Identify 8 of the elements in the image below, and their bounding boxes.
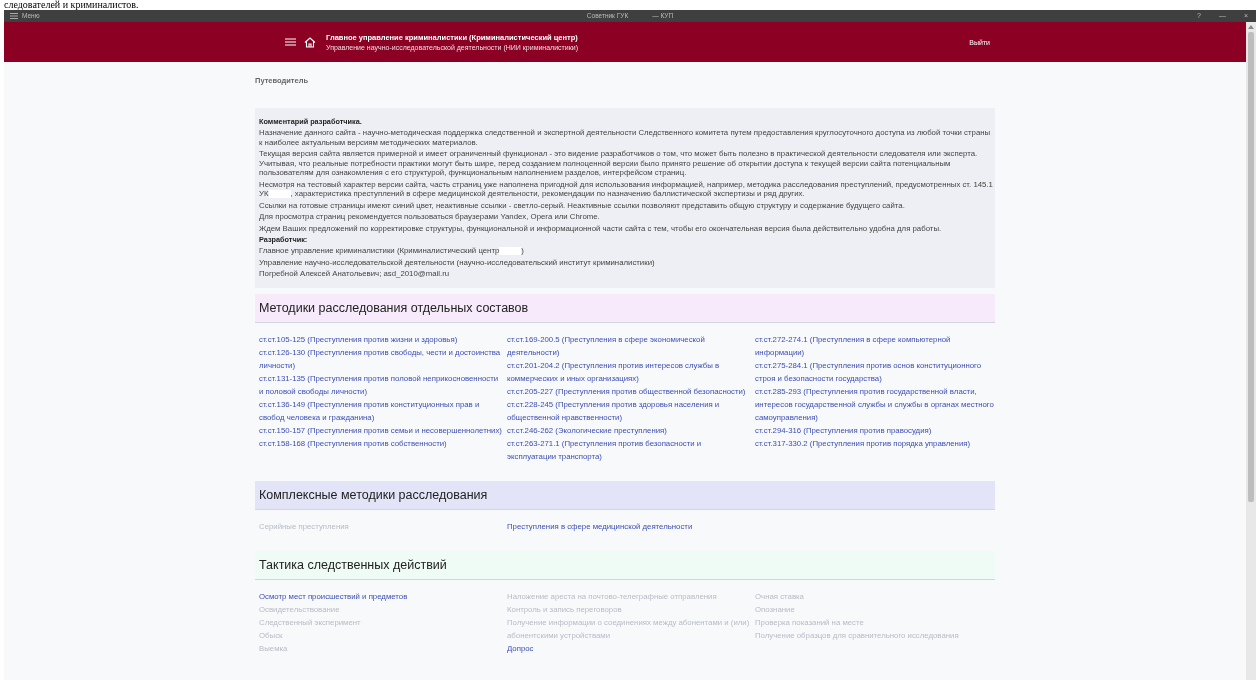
section-heading: Комплексные методики расследования — [255, 480, 995, 510]
document-text: следователей и криминалистов. — [4, 0, 139, 10]
section-heading: Тактика следственных действий — [255, 550, 995, 580]
scrollbar[interactable] — [1246, 22, 1256, 680]
menu-icon[interactable] — [10, 13, 18, 19]
home-icon[interactable] — [304, 36, 316, 48]
section-heading: Методики расследования отдельных составов — [255, 293, 995, 323]
scroll-up-icon[interactable] — [1248, 25, 1254, 29]
